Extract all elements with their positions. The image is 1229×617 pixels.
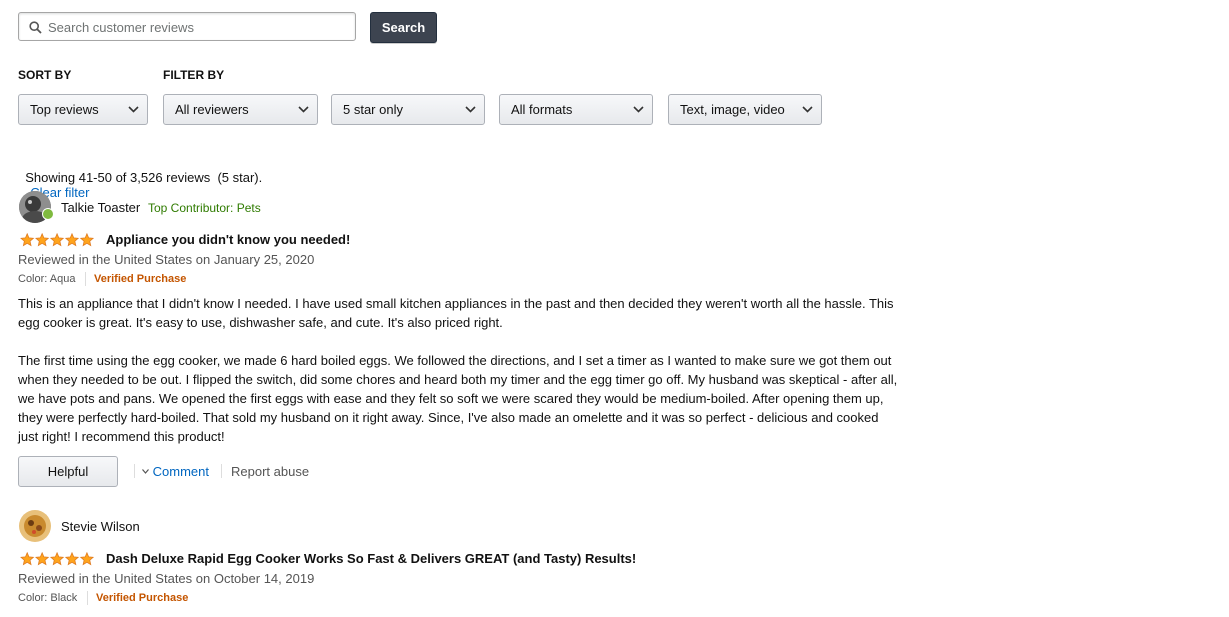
chevron-down-icon xyxy=(802,106,813,113)
contributor-badge: Top Contributor: Pets xyxy=(148,201,261,215)
divider xyxy=(221,464,222,478)
sort-by-label: SORT BY xyxy=(18,68,72,82)
filter-by-label: FILTER BY xyxy=(163,68,225,82)
format-filter-dropdown[interactable]: All formats xyxy=(499,94,653,125)
review-date: Reviewed in the United States on October… xyxy=(18,571,315,586)
search-field[interactable] xyxy=(18,12,356,41)
results-summary: Showing 41-50 of 3,526 reviews (5 star).… xyxy=(18,155,262,200)
star-rating[interactable] xyxy=(18,552,98,566)
search-button[interactable]: Search xyxy=(370,12,437,43)
verified-purchase-badge: Verified Purchase xyxy=(94,273,187,285)
divider xyxy=(134,464,135,478)
review-body-paragraph-2: The first time using the egg cooker, we … xyxy=(18,353,898,444)
star-filter-value: 5 star only xyxy=(343,102,403,117)
star-rating[interactable] xyxy=(18,233,98,247)
divider xyxy=(87,591,88,605)
star-icon xyxy=(20,233,35,247)
format-filter-value: All formats xyxy=(511,102,573,117)
media-filter-dropdown[interactable]: Text, image, video xyxy=(668,94,822,125)
verified-purchase-badge: Verified Purchase xyxy=(96,592,189,604)
chevron-down-icon xyxy=(142,469,149,474)
sort-dropdown[interactable]: Top reviews xyxy=(18,94,148,125)
review-title[interactable]: Appliance you didn't know you needed! xyxy=(106,232,350,247)
media-filter-value: Text, image, video xyxy=(680,102,785,117)
comment-toggle[interactable]: Comment xyxy=(142,464,209,479)
chevron-down-icon xyxy=(465,106,476,113)
search-icon xyxy=(29,21,42,34)
review-title[interactable]: Dash Deluxe Rapid Egg Cooker Works So Fa… xyxy=(106,551,636,566)
comment-link[interactable]: Comment xyxy=(153,464,209,479)
star-icon xyxy=(79,552,95,566)
review-body-paragraph-1: This is an appliance that I didn't know … xyxy=(18,296,894,330)
sort-dropdown-value: Top reviews xyxy=(30,102,99,117)
chevron-down-icon xyxy=(128,106,139,113)
star-icon xyxy=(64,552,80,566)
star-icon xyxy=(20,552,35,566)
review-date: Reviewed in the United States on January… xyxy=(18,252,315,267)
star-icon xyxy=(49,233,65,247)
reviewer-name[interactable]: Talkie Toaster xyxy=(61,200,140,215)
reviewer-name[interactable]: Stevie Wilson xyxy=(61,519,140,534)
chevron-down-icon xyxy=(633,106,644,113)
search-input[interactable] xyxy=(48,17,348,37)
contributor-badge-icon xyxy=(42,208,54,220)
reviewers-filter-value: All reviewers xyxy=(175,102,249,117)
product-color: Color: Black xyxy=(18,592,78,604)
reviewers-filter-dropdown[interactable]: All reviewers xyxy=(163,94,318,125)
results-summary-text: Showing 41-50 of 3,526 reviews (5 star). xyxy=(25,170,263,185)
report-abuse-link[interactable]: Report abuse xyxy=(231,464,309,479)
star-icon xyxy=(49,552,65,566)
star-icon xyxy=(35,233,50,247)
avatar[interactable] xyxy=(19,510,51,542)
product-color: Color: Aqua xyxy=(18,273,76,285)
star-icon xyxy=(79,233,95,247)
star-filter-dropdown[interactable]: 5 star only xyxy=(331,94,485,125)
star-icon xyxy=(64,233,80,247)
divider xyxy=(85,272,86,286)
helpful-button[interactable]: Helpful xyxy=(18,456,118,487)
chevron-down-icon xyxy=(298,106,309,113)
star-icon xyxy=(35,552,50,566)
